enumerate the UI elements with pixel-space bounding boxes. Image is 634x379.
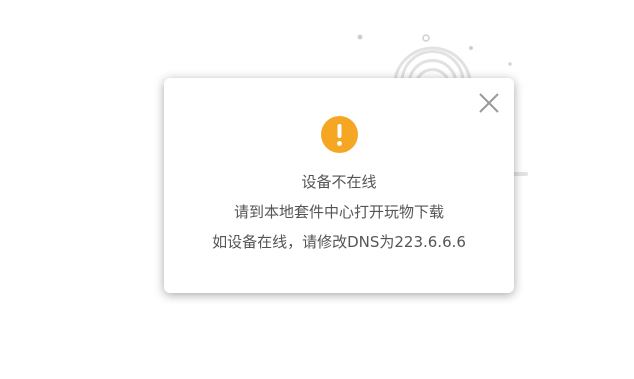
dialog-title: 设备不在线 <box>301 173 377 191</box>
page-background: 设备不在线 请到本地套件中心打开玩物下载 如设备在线，请修改DNS为223.6.… <box>0 0 634 379</box>
close-icon[interactable] <box>476 90 502 116</box>
dialog-message: 请到本地套件中心打开玩物下载 <box>233 203 444 221</box>
offline-dialog: 设备不在线 请到本地套件中心打开玩物下载 如设备在线，请修改DNS为223.6.… <box>164 78 514 293</box>
dialog-dns-hint: 如设备在线，请修改DNS为223.6.6.6 <box>212 233 466 251</box>
warning-icon <box>321 116 358 153</box>
